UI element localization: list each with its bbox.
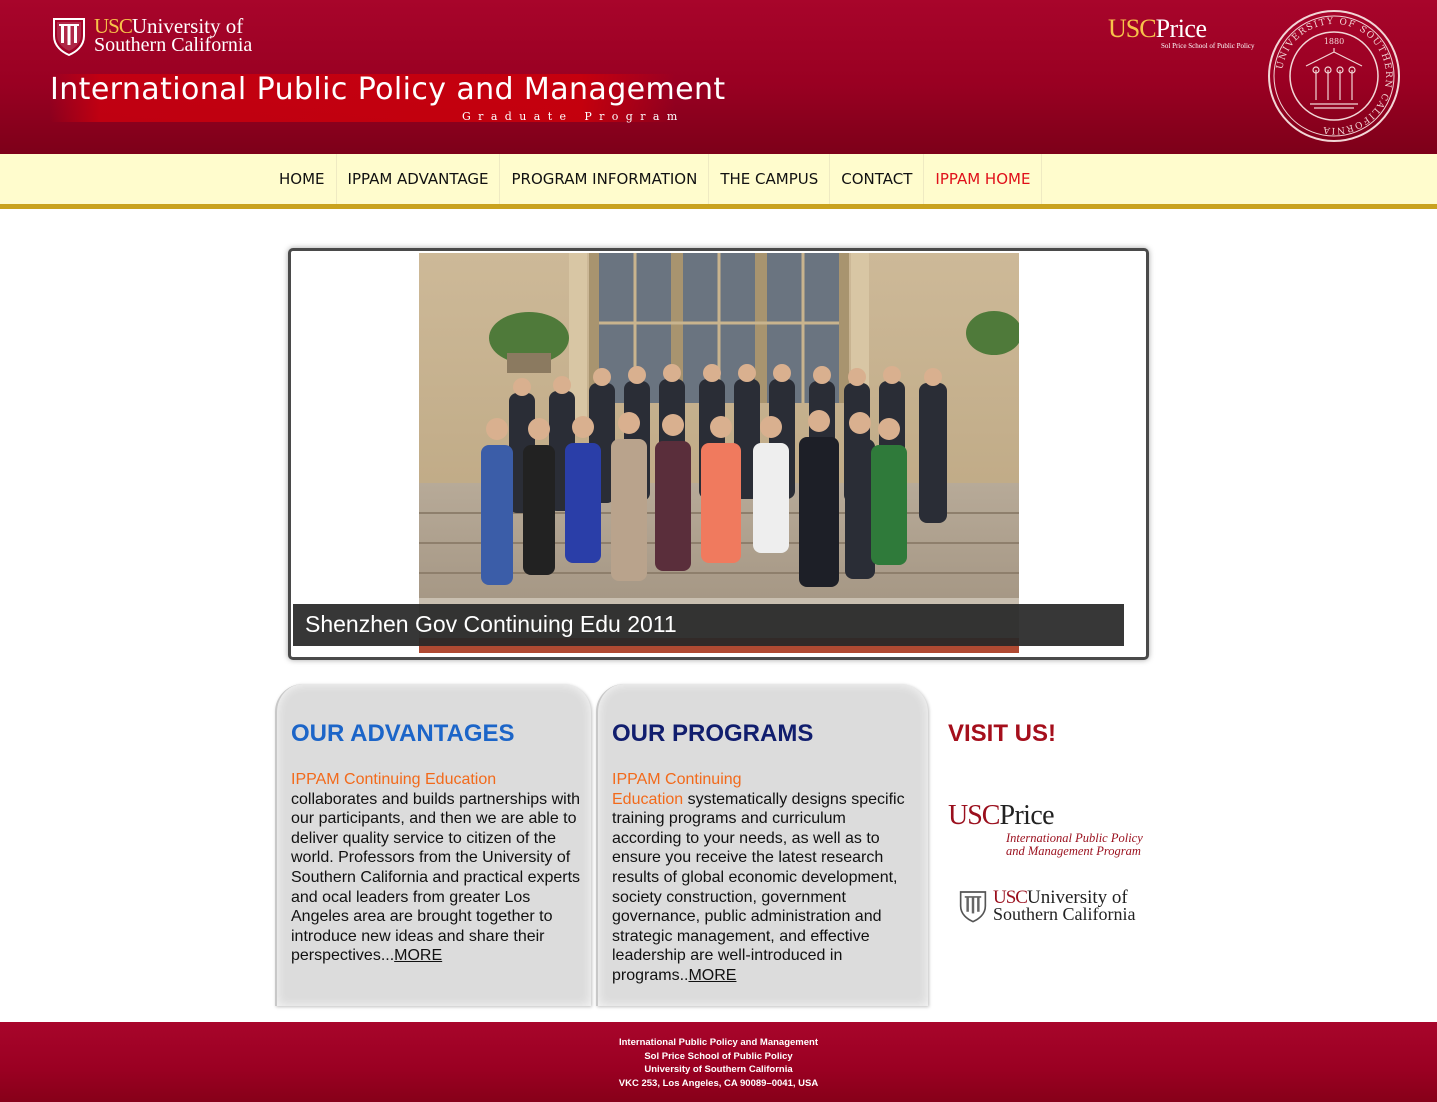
visit-price-logo[interactable]: USCPrice International Public Policy and … bbox=[948, 800, 1143, 858]
programs-highlight-1: IPPAM Continuing bbox=[612, 771, 742, 788]
university-seal-icon: UNIVERSITY OF SOUTHERN CALIFORNIA 1880 bbox=[1268, 10, 1400, 142]
visit-price-tag-1: International Public Policy bbox=[1006, 831, 1143, 845]
footer-address: International Public Policy and Manageme… bbox=[0, 1036, 1437, 1090]
programs-text: IPPAM Continuing Education systematically… bbox=[612, 770, 912, 986]
main-navigation: HOME IPPAM ADVANTAGE PROGRAM INFORMATION… bbox=[0, 154, 1437, 209]
usc-price-logo[interactable]: USCPrice Sol Price School of Public Poli… bbox=[1108, 14, 1255, 50]
nav-ippam-advantage[interactable]: IPPAM ADVANTAGE bbox=[337, 154, 501, 204]
programs-panel: OUR PROGRAMS IPPAM Continuing Education s… bbox=[596, 684, 928, 1006]
price-logo-sub: Sol Price School of Public Policy bbox=[1161, 42, 1255, 50]
visit-usc-logo[interactable]: USCUniversity of Southern California bbox=[959, 888, 1136, 924]
visit-us-panel: VISIT US! USCPrice International Public … bbox=[947, 684, 1147, 1006]
site-header: USCUniversity of Southern California Int… bbox=[0, 0, 1437, 154]
nav-menu: HOME IPPAM ADVANTAGE PROGRAM INFORMATION… bbox=[268, 154, 1043, 204]
usc-logo-line2: Southern California bbox=[94, 34, 253, 56]
advantages-more-link[interactable]: MORE bbox=[394, 947, 442, 964]
visit-price-tag-2: and Management Program bbox=[1006, 844, 1141, 858]
banner-title: International Public Policy and Manageme… bbox=[50, 72, 726, 107]
programs-more-link[interactable]: MORE bbox=[688, 967, 736, 984]
banner-subtitle: Graduate Program bbox=[462, 110, 685, 123]
visit-price-usc: USC bbox=[948, 800, 1000, 831]
programs-highlight-2: Education bbox=[612, 790, 684, 808]
seal-year: 1880 bbox=[1324, 37, 1344, 46]
price-logo-usc: USC bbox=[1108, 14, 1157, 43]
slide-caption: Shenzhen Gov Continuing Edu 2011 bbox=[293, 604, 1124, 646]
usc-shield-icon bbox=[959, 891, 987, 923]
slide-caption-text: Shenzhen Gov Continuing Edu 2011 bbox=[305, 611, 677, 637]
advantages-text: IPPAM Continuing Education collaborates a… bbox=[291, 770, 581, 966]
price-logo-name: Price bbox=[1155, 14, 1207, 43]
nav-contact[interactable]: CONTACT bbox=[830, 154, 925, 204]
programs-body: systematically designs specific training… bbox=[612, 790, 905, 984]
nav-ippam-home[interactable]: IPPAM HOME bbox=[924, 154, 1043, 204]
svg-text:UNIVERSITY OF SOUTHERN CALIFOR: UNIVERSITY OF SOUTHERN CALIFORNIA bbox=[1275, 17, 1393, 135]
visit-usc-line2: Southern California bbox=[993, 904, 1136, 924]
site-footer: International Public Policy and Manageme… bbox=[0, 1022, 1437, 1102]
program-banner: International Public Policy and Manageme… bbox=[50, 70, 730, 132]
group-photo bbox=[419, 253, 1019, 653]
usc-shield-icon bbox=[53, 18, 85, 56]
advantages-heading: OUR ADVANTAGES bbox=[291, 720, 515, 747]
advantages-highlight: IPPAM Continuing Education bbox=[291, 771, 497, 788]
footer-line-university: University of Southern California bbox=[644, 1064, 793, 1076]
footer-line-address: VKC 253, Los Angeles, CA 90089–0041, USA bbox=[618, 1077, 819, 1089]
nav-home[interactable]: HOME bbox=[268, 154, 337, 204]
photo-slideshow[interactable]: Shenzhen Gov Continuing Edu 2011 bbox=[288, 248, 1149, 660]
advantages-body: collaborates and builds partnerships wit… bbox=[291, 790, 581, 965]
nav-the-campus[interactable]: THE CAMPUS bbox=[709, 154, 831, 204]
usc-logo[interactable]: USCUniversity of Southern California bbox=[52, 16, 252, 56]
footer-line-school: Sol Price School of Public Policy bbox=[644, 1050, 793, 1062]
visit-heading: VISIT US! bbox=[948, 720, 1057, 747]
visit-price-name: Price bbox=[999, 800, 1055, 831]
advantages-panel: OUR ADVANTAGES IPPAM Continuing Educatio… bbox=[275, 684, 591, 1006]
footer-line-program: International Public Policy and Manageme… bbox=[618, 1037, 818, 1048]
seal-text: UNIVERSITY OF SOUTHERN CALIFORNIA bbox=[1275, 17, 1391, 135]
programs-heading: OUR PROGRAMS bbox=[612, 720, 814, 747]
nav-program-information[interactable]: PROGRAM INFORMATION bbox=[500, 154, 710, 204]
